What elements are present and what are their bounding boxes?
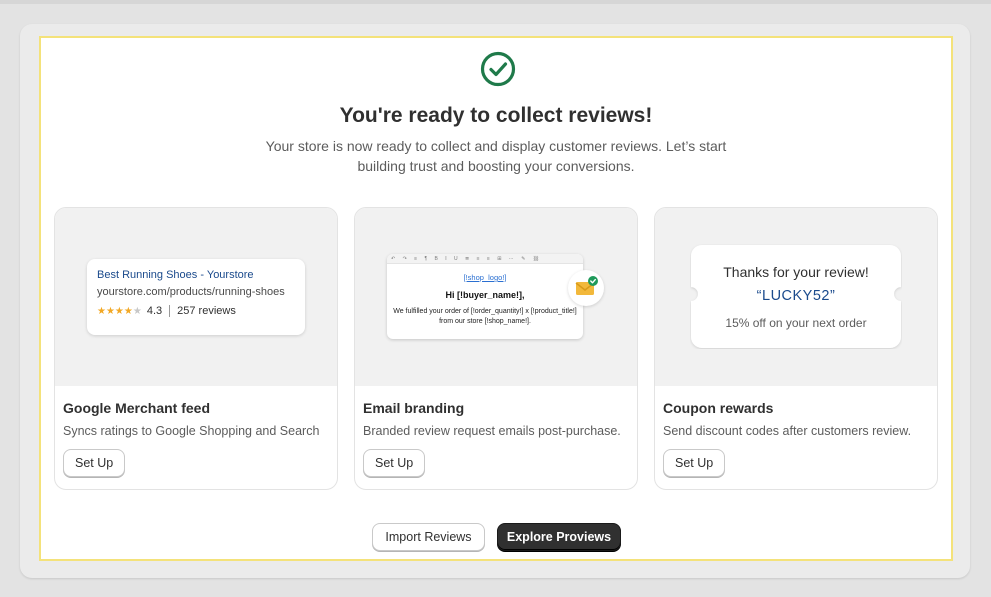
email-template-preview: ↶ ↷ ≡ ¶ B I U ≣ ≡ ≡ ⊞ ⋯ ✎ ⛓ [!shop_logo!…: [387, 254, 583, 339]
onboarding-complete-panel: You're ready to collect reviews! Your st…: [39, 36, 953, 561]
card-email-branding: ↶ ↷ ≡ ¶ B I U ≣ ≡ ≡ ⊞ ⋯ ✎ ⛓ [!shop_logo!…: [354, 207, 638, 490]
card-title: Email branding: [363, 400, 465, 416]
explore-proviews-button[interactable]: Explore Proviews: [497, 523, 621, 551]
google-preview: Best Running Shoes - Yourstore yourstore…: [55, 208, 337, 386]
top-strip: [0, 0, 991, 4]
coupon-preview: Thanks for your review! “LUCKY52” 15% of…: [655, 208, 937, 386]
rating-value: 4.3: [146, 305, 163, 317]
coupon-ticket: Thanks for your review! “LUCKY52” 15% of…: [690, 244, 902, 349]
page-title: You're ready to collect reviews!: [339, 104, 653, 127]
email-greeting: Hi [!buyer_name!],: [445, 290, 525, 300]
page-subtitle: Your store is now ready to collect and d…: [265, 138, 727, 174]
divider: [169, 305, 171, 317]
coupon-thanks-text: Thanks for your review!: [723, 264, 869, 280]
setup-coupon-rewards-button[interactable]: Set Up: [663, 449, 726, 477]
email-body: We fulfilled your order of [!order_quant…: [393, 308, 577, 325]
coupon-offer-text: 15% off on your next order: [725, 316, 867, 330]
import-reviews-button[interactable]: Import Reviews: [372, 523, 485, 551]
card-google-merchant: Best Running Shoes - Yourstore yourstore…: [54, 207, 338, 490]
review-count: 257 reviews: [177, 305, 236, 317]
card-description: Send discount codes after customers revi…: [663, 424, 912, 438]
google-search-result: Best Running Shoes - Yourstore yourstore…: [87, 259, 305, 335]
card-title: Coupon rewards: [663, 400, 774, 416]
mail-badge: [568, 270, 604, 306]
card-title: Google Merchant feed: [63, 400, 211, 416]
search-result-url: yourstore.com/products/running-shoes: [97, 286, 285, 298]
search-result-link: Best Running Shoes - Yourstore: [97, 269, 254, 281]
editor-toolbar: ↶ ↷ ≡ ¶ B I U ≣ ≡ ≡ ⊞ ⋯ ✎ ⛓: [387, 254, 583, 264]
search-result-rating: ★★★★★ 4.3 257 reviews: [97, 305, 295, 317]
card-description: Syncs ratings to Google Shopping and Sea…: [63, 424, 320, 438]
card-coupon-rewards: Thanks for your review! “LUCKY52” 15% of…: [654, 207, 938, 490]
card-description: Branded review request emails post-purch…: [363, 424, 621, 438]
setup-email-branding-button[interactable]: Set Up: [363, 449, 426, 477]
success-check-icon: [480, 51, 516, 87]
shop-logo-placeholder: [!shop_logo!]: [463, 273, 507, 282]
mail-check-icon: [575, 276, 598, 295]
coupon-code: “LUCKY52”: [756, 288, 836, 304]
email-preview: ↶ ↷ ≡ ¶ B I U ≣ ≡ ≡ ⊞ ⋯ ✎ ⛓ [!shop_logo!…: [355, 208, 637, 386]
star-rating-icon: ★★★★★: [97, 305, 142, 317]
setup-google-merchant-button[interactable]: Set Up: [63, 449, 126, 477]
